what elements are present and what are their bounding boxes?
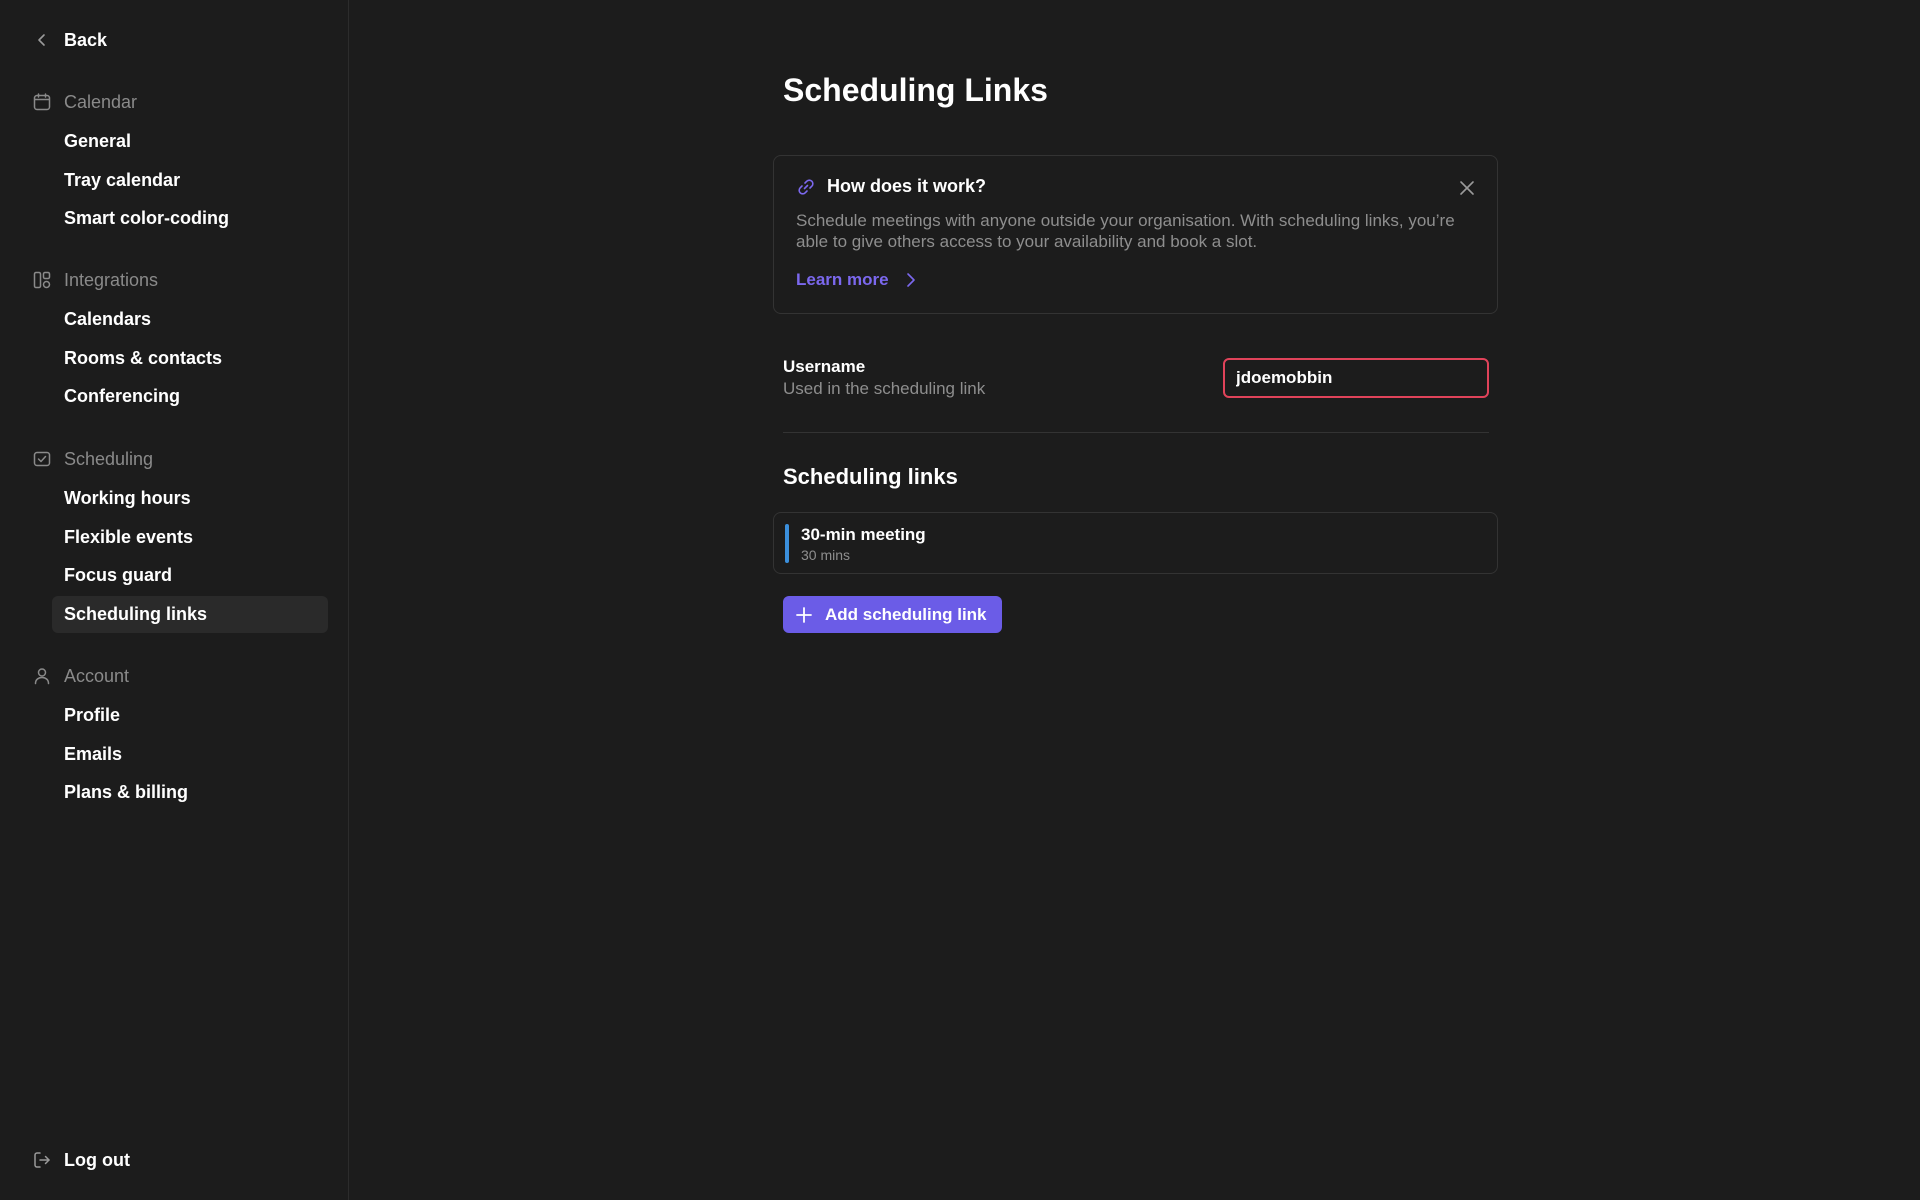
back-label: Back xyxy=(64,29,108,50)
info-card-description: Schedule meetings with anyone outside yo… xyxy=(796,211,1455,251)
chevron-right-icon xyxy=(903,272,919,288)
section-integrations-title: Integrations xyxy=(64,269,159,290)
sidebar-item-general[interactable]: General xyxy=(52,123,328,160)
logout-button[interactable]: Log out xyxy=(32,1146,130,1174)
sidebar-item-calendars[interactable]: Calendars xyxy=(52,301,328,338)
section-scheduling: Scheduling xyxy=(32,445,153,473)
section-account-title: Account xyxy=(64,665,130,686)
sidebar-item-rooms-contacts[interactable]: Rooms & contacts xyxy=(52,340,328,377)
section-account: Account xyxy=(32,662,129,690)
sidebar-item-scheduling-links[interactable]: Scheduling links xyxy=(52,596,328,633)
chevron-left-icon xyxy=(32,30,52,50)
logout-label: Log out xyxy=(64,1149,130,1170)
section-calendar-title: Calendar xyxy=(64,91,138,112)
sidebar-item-emails[interactable]: Emails xyxy=(52,736,328,773)
info-card-title-text: How does it work? xyxy=(827,176,987,196)
sidebar-item-profile[interactable]: Profile xyxy=(52,697,328,734)
link-name: 30-min meeting xyxy=(801,525,926,544)
section-calendar: Calendar xyxy=(32,88,137,116)
sidebar-item-smart-color-coding[interactable]: Smart color-coding xyxy=(52,200,328,237)
sidebar-item-flexible-events[interactable]: Flexible events xyxy=(52,519,328,556)
how-it-works-card: How does it work? Schedule meetings with… xyxy=(773,155,1498,314)
logout-icon xyxy=(32,1150,52,1170)
learn-more-link[interactable]: Learn more xyxy=(796,270,919,290)
add-scheduling-link-button[interactable]: Add scheduling link xyxy=(783,596,1002,633)
sidebar: Back Calendar General Tray calendar Smar… xyxy=(0,0,349,1200)
divider xyxy=(783,432,1489,433)
back-button[interactable]: Back xyxy=(32,26,107,54)
add-scheduling-link-label: Add scheduling link xyxy=(825,604,987,624)
sidebar-item-plans-billing[interactable]: Plans & billing xyxy=(52,774,328,811)
section-integrations: Integrations xyxy=(32,266,158,294)
scheduling-link-item[interactable]: 30-min meeting 30 mins xyxy=(773,512,1498,574)
sidebar-item-working-hours[interactable]: Working hours xyxy=(52,480,328,517)
username-help-text: Used in the scheduling link xyxy=(783,379,986,398)
username-input[interactable] xyxy=(1223,358,1489,398)
close-icon[interactable] xyxy=(1455,176,1479,200)
sidebar-item-tray-calendar[interactable]: Tray calendar xyxy=(52,162,328,199)
account-icon xyxy=(32,666,52,686)
link-icon xyxy=(796,177,816,197)
info-card-title: How does it work? xyxy=(796,176,986,197)
learn-more-label: Learn more xyxy=(796,270,889,289)
integrations-icon xyxy=(32,270,52,290)
page-title: Scheduling Links xyxy=(783,72,1048,108)
scheduling-icon xyxy=(32,449,52,469)
scheduling-links-heading: Scheduling links xyxy=(783,464,958,489)
username-label: Username xyxy=(783,357,866,376)
link-duration: 30 mins xyxy=(801,547,851,563)
calendar-icon xyxy=(32,92,52,112)
link-color-bar xyxy=(785,524,789,563)
section-scheduling-title: Scheduling xyxy=(64,448,154,469)
plus-icon xyxy=(795,606,813,624)
sidebar-item-conferencing[interactable]: Conferencing xyxy=(52,378,328,415)
sidebar-item-focus-guard[interactable]: Focus guard xyxy=(52,557,328,594)
main-content: Scheduling Links How does it work? Sched… xyxy=(349,0,1920,1200)
